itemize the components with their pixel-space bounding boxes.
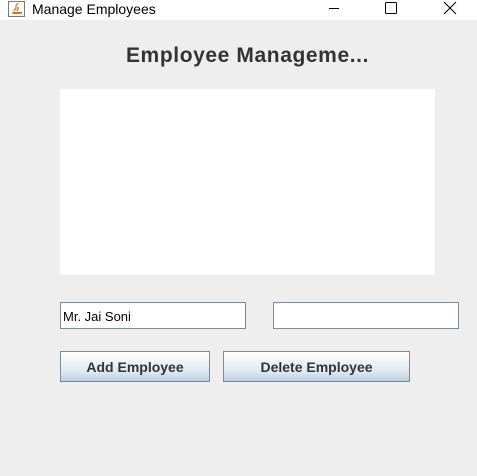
minimize-icon [328,1,340,19]
app-window: Manage Employees Employee Manageme... Mr… [0,0,477,476]
minimize-button[interactable] [311,0,357,20]
add-employee-label: Add Employee [86,358,184,375]
employee-list[interactable] [60,89,435,275]
page-title: Employee Manageme... [125,44,370,67]
maximize-button[interactable] [368,0,414,20]
title-bar[interactable]: Manage Employees [0,0,477,20]
close-button[interactable] [427,0,473,20]
employee-second-field[interactable] [273,302,459,329]
add-employee-button[interactable]: Add Employee [60,351,210,382]
employee-name-field[interactable] [60,302,246,329]
delete-employee-button[interactable]: Delete Employee [223,351,410,382]
delete-employee-label: Delete Employee [260,358,373,375]
window-title: Manage Employees [32,1,156,17]
maximize-icon [385,1,397,19]
java-icon [8,1,25,17]
close-icon [443,1,457,20]
